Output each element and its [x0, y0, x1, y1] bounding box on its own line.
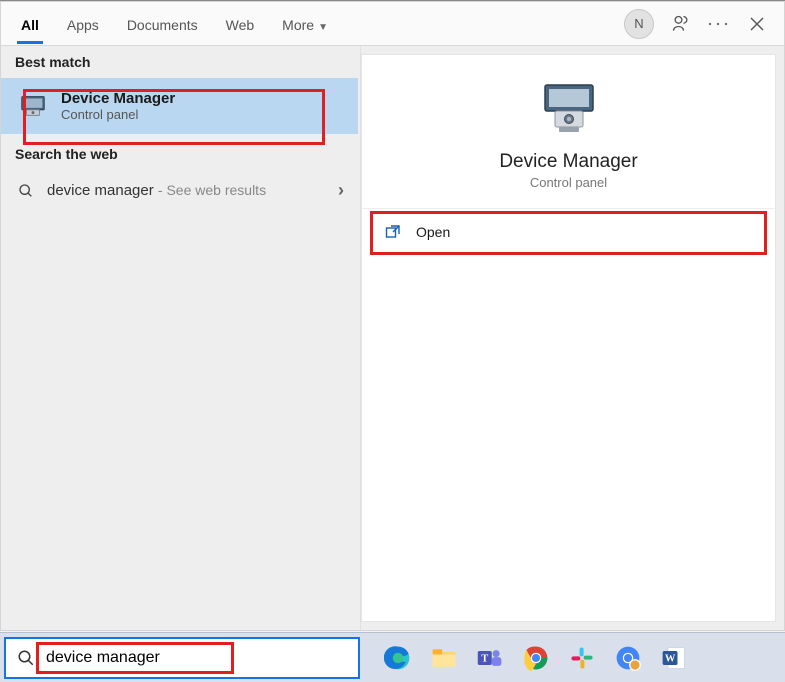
svg-text:T: T [481, 653, 488, 664]
tab-documents[interactable]: Documents [113, 5, 212, 43]
search-tab-bar: All Apps Documents Web More ▼ N ··· [1, 2, 784, 46]
word-icon[interactable]: W [654, 638, 694, 678]
tab-apps[interactable]: Apps [53, 5, 113, 43]
device-manager-large-icon [536, 79, 602, 137]
search-web-query: device manager [47, 182, 154, 199]
taskbar-search[interactable] [4, 637, 360, 679]
teams-icon[interactable]: T [470, 638, 510, 678]
slack-icon[interactable] [562, 638, 602, 678]
results-panel: Best match Device Manager Control panel … [1, 46, 361, 630]
tab-web[interactable]: Web [212, 5, 269, 43]
best-match-title: Device Manager [61, 90, 175, 107]
best-match-subtitle: Control panel [61, 107, 175, 122]
chevron-right-icon: › [338, 180, 344, 201]
chrome-icon[interactable] [516, 638, 556, 678]
chrome-profile-icon[interactable] [608, 638, 648, 678]
tabs: All Apps Documents Web More ▼ [7, 5, 342, 43]
search-input[interactable] [46, 639, 358, 677]
details-panel: Device Manager Control panel Open [361, 54, 776, 622]
details-subtitle: Control panel [530, 175, 607, 190]
device-manager-icon [17, 90, 49, 122]
search-web-header: Search the web [1, 138, 360, 170]
close-icon[interactable] [746, 13, 768, 35]
tab-more[interactable]: More ▼ [268, 5, 342, 43]
search-web-text: device manager - See web results [47, 182, 326, 199]
tab-more-label: More [282, 17, 314, 33]
file-explorer-icon[interactable] [424, 638, 464, 678]
search-web-result[interactable]: device manager - See web results › [1, 170, 360, 211]
taskbar: T W [0, 632, 785, 682]
edge-icon[interactable] [378, 638, 418, 678]
search-icon [17, 182, 35, 200]
best-match-result[interactable]: Device Manager Control panel [1, 78, 358, 134]
open-action[interactable]: Open [362, 209, 775, 255]
best-match-header: Best match [1, 46, 360, 78]
chevron-down-icon: ▼ [318, 22, 328, 33]
tab-all[interactable]: All [7, 5, 53, 43]
search-web-hint: - See web results [158, 182, 266, 198]
more-options-icon[interactable]: ··· [708, 13, 730, 35]
search-icon [16, 648, 36, 668]
open-label: Open [416, 224, 450, 240]
svg-text:W: W [665, 653, 676, 664]
details-title: Device Manager [499, 151, 637, 173]
user-avatar[interactable]: N [624, 9, 654, 39]
open-icon [384, 223, 402, 241]
taskbar-apps: T W [364, 638, 694, 678]
reward-icon[interactable] [670, 13, 692, 35]
